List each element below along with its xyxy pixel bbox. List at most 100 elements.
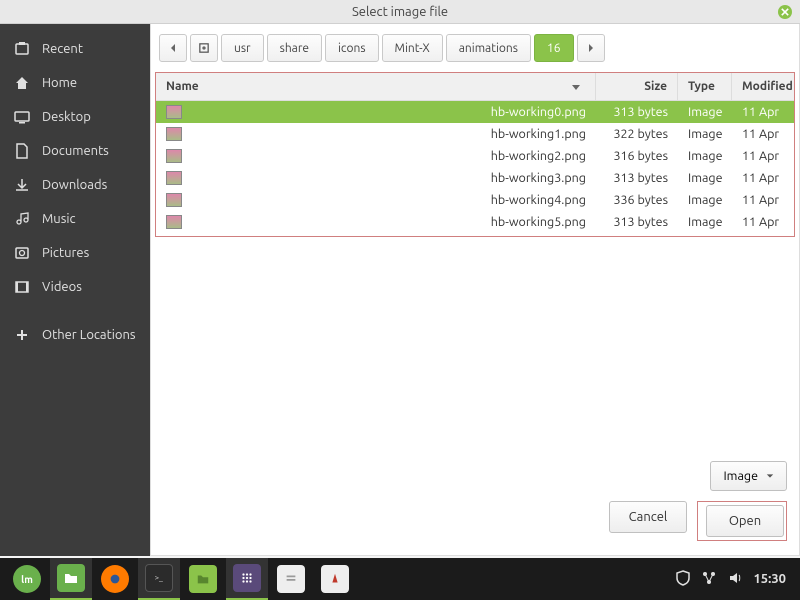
videos-icon: [14, 279, 30, 295]
file-row[interactable]: hb-working3.png 313 bytesImage11 Apr: [156, 167, 794, 189]
file-modified: 11 Apr: [732, 167, 794, 189]
sidebar-item-label: Other Locations: [42, 328, 136, 342]
sidebar-item-label: Desktop: [42, 110, 91, 124]
recent-icon: [14, 41, 30, 57]
file-row[interactable]: hb-working0.png 313 bytesImage11 Apr: [156, 101, 794, 123]
breadcrumb-root[interactable]: [190, 34, 218, 62]
open-button[interactable]: Open: [706, 505, 784, 537]
plus-icon: [14, 327, 30, 343]
tray-volume-icon[interactable]: [727, 570, 743, 589]
file-type-filter[interactable]: Image: [710, 461, 787, 491]
taskbar-app1[interactable]: [270, 558, 312, 600]
file-row[interactable]: hb-working2.png316 bytesImage11 Apr: [156, 145, 794, 167]
file-thumbnail-icon: [166, 149, 182, 163]
taskbar-app2[interactable]: [314, 558, 356, 600]
breadcrumb-back[interactable]: [159, 34, 187, 62]
file-thumbnail-icon: [166, 193, 182, 207]
file-size: 313 bytes: [596, 167, 678, 189]
file-list-area: Name Size Type Modified hb-working0.png 3…: [155, 72, 795, 237]
sidebar-item-other-locations[interactable]: Other Locations: [0, 318, 150, 352]
close-button[interactable]: [778, 5, 792, 19]
file-row[interactable]: hb-working1.png 322 bytesImage11 Apr: [156, 123, 794, 145]
sidebar-item-label: Downloads: [42, 178, 107, 192]
sidebar-item-home[interactable]: Home: [0, 66, 150, 100]
file-size: 336 bytes: [596, 189, 678, 211]
breadcrumb-segment-current[interactable]: 16: [534, 34, 574, 62]
file-row[interactable]: hb-working4.png336 bytesImage11 Apr: [156, 189, 794, 211]
sidebar-item-desktop[interactable]: Desktop: [0, 100, 150, 134]
file-type: Image: [678, 101, 732, 123]
taskbar-app-grid[interactable]: [226, 558, 268, 600]
sidebar-item-documents[interactable]: Documents: [0, 134, 150, 168]
svg-text:>_: >_: [155, 574, 163, 582]
file-type: Image: [678, 211, 732, 233]
file-thumbnail-icon: [166, 105, 182, 119]
file-thumbnail-icon: [166, 171, 182, 185]
file-type: Image: [678, 145, 732, 167]
breadcrumb-segment[interactable]: Mint-X: [382, 34, 443, 62]
sidebar-item-videos[interactable]: Videos: [0, 270, 150, 304]
file-list-header: Name Size Type Modified: [156, 73, 794, 101]
file-size: 313 bytes: [596, 101, 678, 123]
system-tray: 15:30: [675, 570, 794, 589]
sidebar-item-label: Videos: [42, 280, 82, 294]
tray-clock[interactable]: 15:30: [753, 572, 786, 586]
file-type: Image: [678, 167, 732, 189]
pictures-icon: [14, 245, 30, 261]
file-size: 316 bytes: [596, 145, 678, 167]
home-icon: [14, 75, 30, 91]
column-header-name[interactable]: Name: [156, 73, 596, 100]
file-thumbnail-icon: [166, 215, 182, 229]
tray-shield-icon[interactable]: [675, 570, 691, 589]
file-name: hb-working1.png: [491, 127, 586, 141]
breadcrumb-segment[interactable]: animations: [446, 34, 531, 62]
desktop-icon: [14, 109, 30, 125]
breadcrumb-segment[interactable]: share: [267, 34, 322, 62]
sidebar-item-label: Recent: [42, 42, 83, 56]
file-name: hb-working0.png: [491, 105, 586, 119]
column-header-modified[interactable]: Modified: [732, 73, 794, 100]
dialog-titlebar: Select image file: [0, 0, 800, 24]
places-sidebar: Recent Home Desktop Documents Downloads …: [0, 24, 150, 556]
column-header-type[interactable]: Type: [678, 73, 732, 100]
file-modified: 11 Apr: [732, 211, 794, 233]
file-modified: 11 Apr: [732, 101, 794, 123]
music-icon: [14, 211, 30, 227]
taskbar-files[interactable]: [50, 558, 92, 600]
path-breadcrumb: usr share icons Mint-X animations 16: [151, 24, 799, 72]
taskbar-filemanager[interactable]: [182, 558, 224, 600]
close-icon: [781, 8, 789, 16]
sidebar-item-music[interactable]: Music: [0, 202, 150, 236]
sidebar-item-pictures[interactable]: Pictures: [0, 236, 150, 270]
file-type: Image: [678, 123, 732, 145]
file-name: hb-working3.png: [491, 171, 586, 185]
sidebar-item-label: Home: [42, 76, 77, 90]
breadcrumb-segment[interactable]: usr: [221, 34, 264, 62]
file-modified: 11 Apr: [732, 189, 794, 211]
column-header-size[interactable]: Size: [596, 73, 678, 100]
file-thumbnail-icon: [166, 127, 182, 141]
file-row[interactable]: hb-working5.png313 bytesImage11 Apr: [156, 211, 794, 233]
documents-icon: [14, 143, 30, 159]
mint-menu-button[interactable]: lm: [6, 558, 48, 600]
file-chooser-content: usr share icons Mint-X animations 16 Nam…: [150, 24, 800, 556]
file-size: 322 bytes: [596, 123, 678, 145]
tray-network-icon[interactable]: [701, 570, 717, 589]
downloads-icon: [14, 177, 30, 193]
sidebar-item-recent[interactable]: Recent: [0, 32, 150, 66]
sidebar-item-label: Music: [42, 212, 76, 226]
file-name: hb-working2.png: [491, 149, 586, 163]
sort-indicator-icon: [571, 82, 581, 92]
breadcrumb-forward[interactable]: [577, 34, 605, 62]
breadcrumb-segment[interactable]: icons: [325, 34, 379, 62]
file-modified: 11 Apr: [732, 123, 794, 145]
file-list-body: hb-working0.png313 bytesImage11 Aprhb-wo…: [156, 101, 794, 236]
taskbar-terminal[interactable]: >_: [138, 558, 180, 600]
open-button-highlight: Open: [697, 501, 787, 541]
os-taskbar: lm >_ 15:30: [0, 558, 800, 600]
sidebar-item-downloads[interactable]: Downloads: [0, 168, 150, 202]
dialog-title: Select image file: [352, 5, 448, 19]
sidebar-item-label: Documents: [42, 144, 109, 158]
cancel-button[interactable]: Cancel: [609, 501, 687, 533]
taskbar-firefox[interactable]: [94, 558, 136, 600]
